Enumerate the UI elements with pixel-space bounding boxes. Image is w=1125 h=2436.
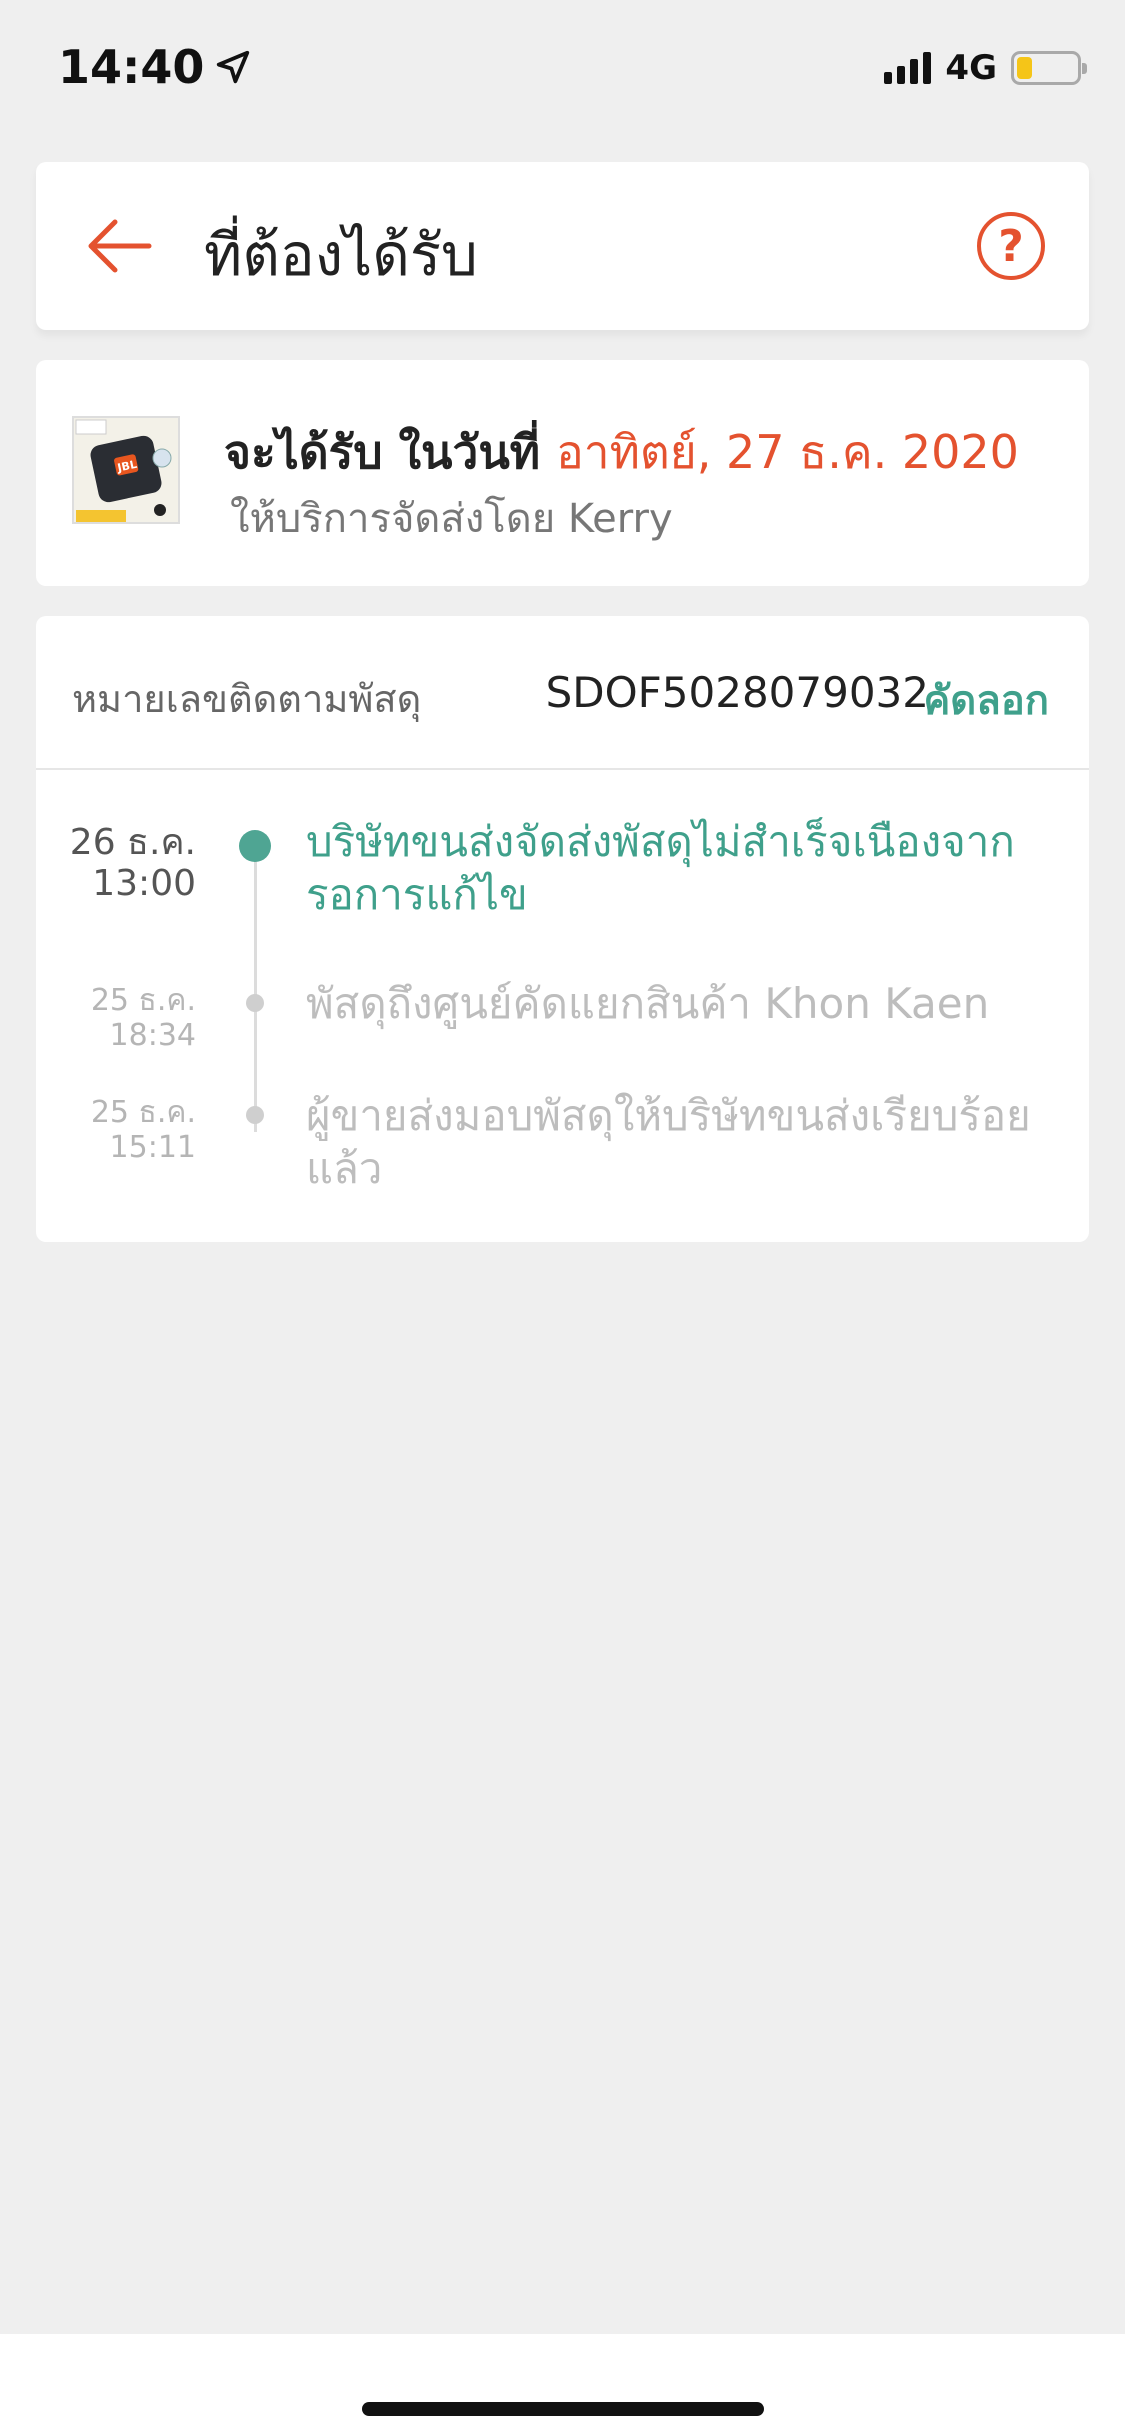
- back-button[interactable]: [74, 202, 162, 290]
- network-label: 4G: [945, 48, 997, 88]
- status-time: 14:40: [58, 40, 252, 94]
- arrow-left-icon: [88, 219, 152, 273]
- copy-button[interactable]: คัดลอก: [924, 668, 1050, 732]
- clock-text: 14:40: [58, 40, 205, 94]
- delivery-estimate-card: JBL จะได้รับ ในวันที่ อาทิตย์, 27 ธ.ค. 2…: [36, 360, 1089, 586]
- event-date: 25 ธ.ค.: [90, 1095, 196, 1130]
- status-bar: 14:40 4G: [0, 0, 1125, 140]
- speaker-image: JBL: [74, 418, 178, 522]
- tracking-card: หมายเลขติดตามพัสดุ SDOF5028079032 คัดลอก…: [36, 616, 1089, 1242]
- event-datetime: 26 ธ.ค. 13:00: [70, 822, 196, 905]
- event-time: 15:11: [109, 1129, 196, 1165]
- event-description: ผู้ขายส่งมอบพัสดุให้บริษัทขนส่งเรียบร้อย…: [306, 1091, 1031, 1193]
- bottom-safe-area: [0, 2334, 1125, 2436]
- location-arrow-icon: [217, 50, 250, 84]
- page-title: ที่ต้องได้รับ: [204, 221, 478, 289]
- timeline-dot-active: [239, 830, 271, 862]
- event-datetime: 25 ธ.ค. 18:34: [90, 983, 196, 1053]
- signal-icon: [884, 52, 932, 84]
- home-indicator[interactable]: [362, 2402, 764, 2416]
- tracking-label: หมายเลขติดตามพัสดุ: [72, 677, 422, 721]
- carrier-text: ให้บริการจัดส่งโดย Kerry: [230, 496, 673, 542]
- tracking-number: SDOF5028079032: [545, 668, 929, 717]
- product-thumbnail: JBL: [72, 416, 180, 524]
- event-time: 13:00: [92, 863, 196, 905]
- status-indicators: 4G: [884, 48, 1087, 88]
- delivery-prefix: จะได้รับ ในวันที่: [224, 425, 541, 479]
- battery-icon: [1011, 51, 1087, 85]
- timeline-line: [254, 842, 257, 1132]
- event-date: 26 ธ.ค.: [69, 822, 196, 863]
- delivery-date-line: จะได้รับ ในวันที่ อาทิตย์, 27 ธ.ค. 2020: [224, 416, 1019, 489]
- event-date: 25 ธ.ค.: [90, 983, 196, 1018]
- event-time: 18:34: [109, 1017, 196, 1053]
- event-datetime: 25 ธ.ค. 15:11: [90, 1095, 196, 1165]
- help-button[interactable]: ?: [977, 212, 1045, 280]
- battery-level: [1017, 57, 1032, 79]
- tracking-header: หมายเลขติดตามพัสดุ SDOF5028079032 คัดลอก: [36, 616, 1089, 770]
- event-description: บริษัทขนส่งจัดส่งพัสดุไม่สำเร็จเนืองจาก …: [306, 817, 1015, 919]
- timeline-dot: [246, 994, 264, 1012]
- header-bar: ที่ต้องได้รับ ?: [36, 162, 1089, 330]
- event-description: พัสดุถึงศูนย์คัดแยกสินค้า Khon Kaen: [306, 979, 990, 1028]
- question-circle-icon: ?: [998, 220, 1024, 272]
- timeline-dot: [246, 1106, 264, 1124]
- delivery-date: อาทิตย์, 27 ธ.ค. 2020: [556, 425, 1019, 479]
